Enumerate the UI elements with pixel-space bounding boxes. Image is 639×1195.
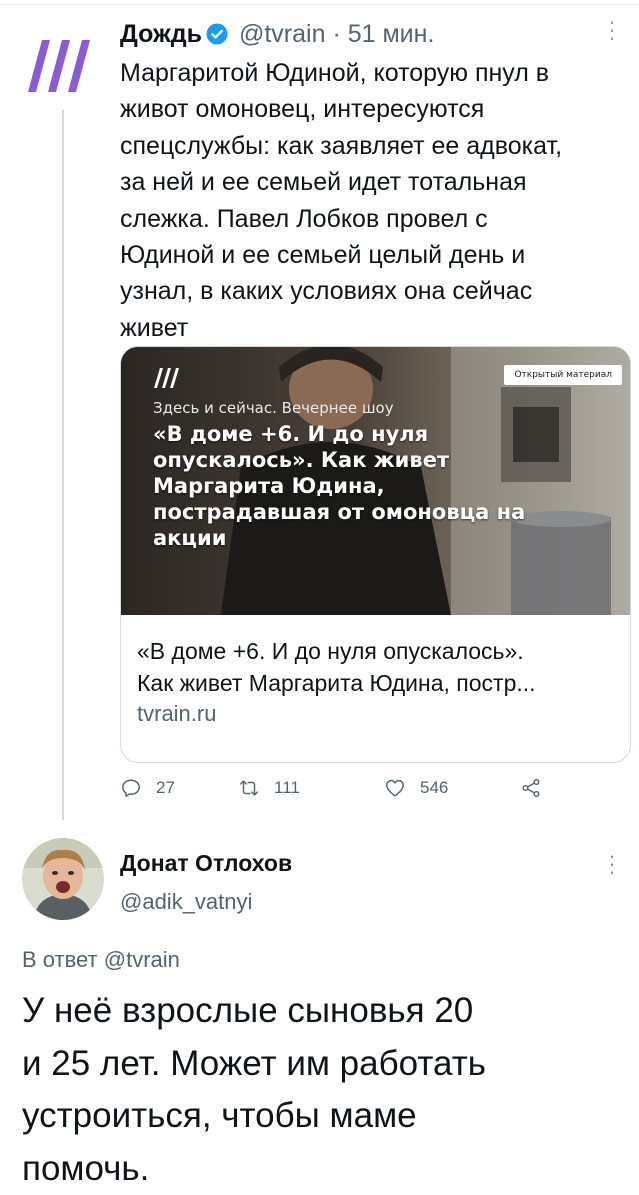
like-count: 546 [420, 778, 449, 797]
tvrain-logo-avatar[interactable] [28, 38, 98, 94]
tweet-time[interactable]: 51 мин. [348, 20, 435, 48]
reply-more-vertical-icon[interactable]: · · · [607, 845, 617, 883]
author-handle[interactable]: @tvrain [239, 20, 326, 48]
media-tvrain-logo [154, 368, 179, 388]
retweet-button[interactable]: 111 [238, 773, 300, 803]
card-title: «В доме +6. И до нуля опускалось». Как ж… [137, 638, 536, 696]
author-name[interactable]: Дождь [120, 20, 202, 48]
top-divider [0, 4, 639, 5]
share-icon [522, 779, 540, 797]
verified-badge-icon [206, 21, 228, 45]
tweet-header: Дождь @tvrain · 51 мин. [120, 18, 434, 50]
retweet-count: 111 [274, 778, 300, 797]
link-card[interactable]: Здесь и сейчас. Вечернее шоу «В доме +6.… [120, 346, 631, 763]
heart-icon [386, 779, 404, 797]
reply-context: В ответ @tvrain [22, 947, 180, 973]
media-open-badge: Открытый материал [504, 365, 622, 385]
tweet-text: Маргаритой Юдиной, которую пнул в живот … [120, 59, 563, 342]
reply-text: У неё взрослые сыновья 20 и 25 лет. Може… [22, 991, 486, 1188]
reply-author-name[interactable]: Донат Отлохов [120, 850, 292, 877]
like-button[interactable]: 546 [384, 773, 448, 803]
reply-to-mention[interactable]: @tvrain [104, 947, 180, 972]
share-button[interactable] [520, 773, 556, 803]
separator-dot: · [332, 20, 341, 48]
media-headline: «В доме +6. И до нуля опускалось». Как ж… [153, 422, 526, 550]
reply-icon [122, 779, 140, 797]
card-domain: tvrain.ru [137, 701, 217, 726]
reply-to-label: В ответ [22, 947, 98, 972]
more-vertical-icon[interactable]: · · · [607, 11, 617, 49]
reply-button[interactable]: 27 [120, 773, 175, 803]
card-media-image: Здесь и сейчас. Вечернее шоу «В доме +6.… [121, 347, 630, 615]
reply-avatar[interactable] [22, 838, 104, 920]
retweet-icon [240, 780, 258, 796]
media-overlay: Здесь и сейчас. Вечернее шоу «В доме +6.… [121, 347, 630, 615]
reply-count: 27 [156, 778, 175, 797]
avatar-photo [22, 838, 104, 920]
reply-author-handle[interactable]: @adik_vatnyi [120, 889, 252, 915]
media-show-name: Здесь и сейчас. Вечернее шоу [153, 399, 394, 417]
thread-line [62, 110, 64, 820]
